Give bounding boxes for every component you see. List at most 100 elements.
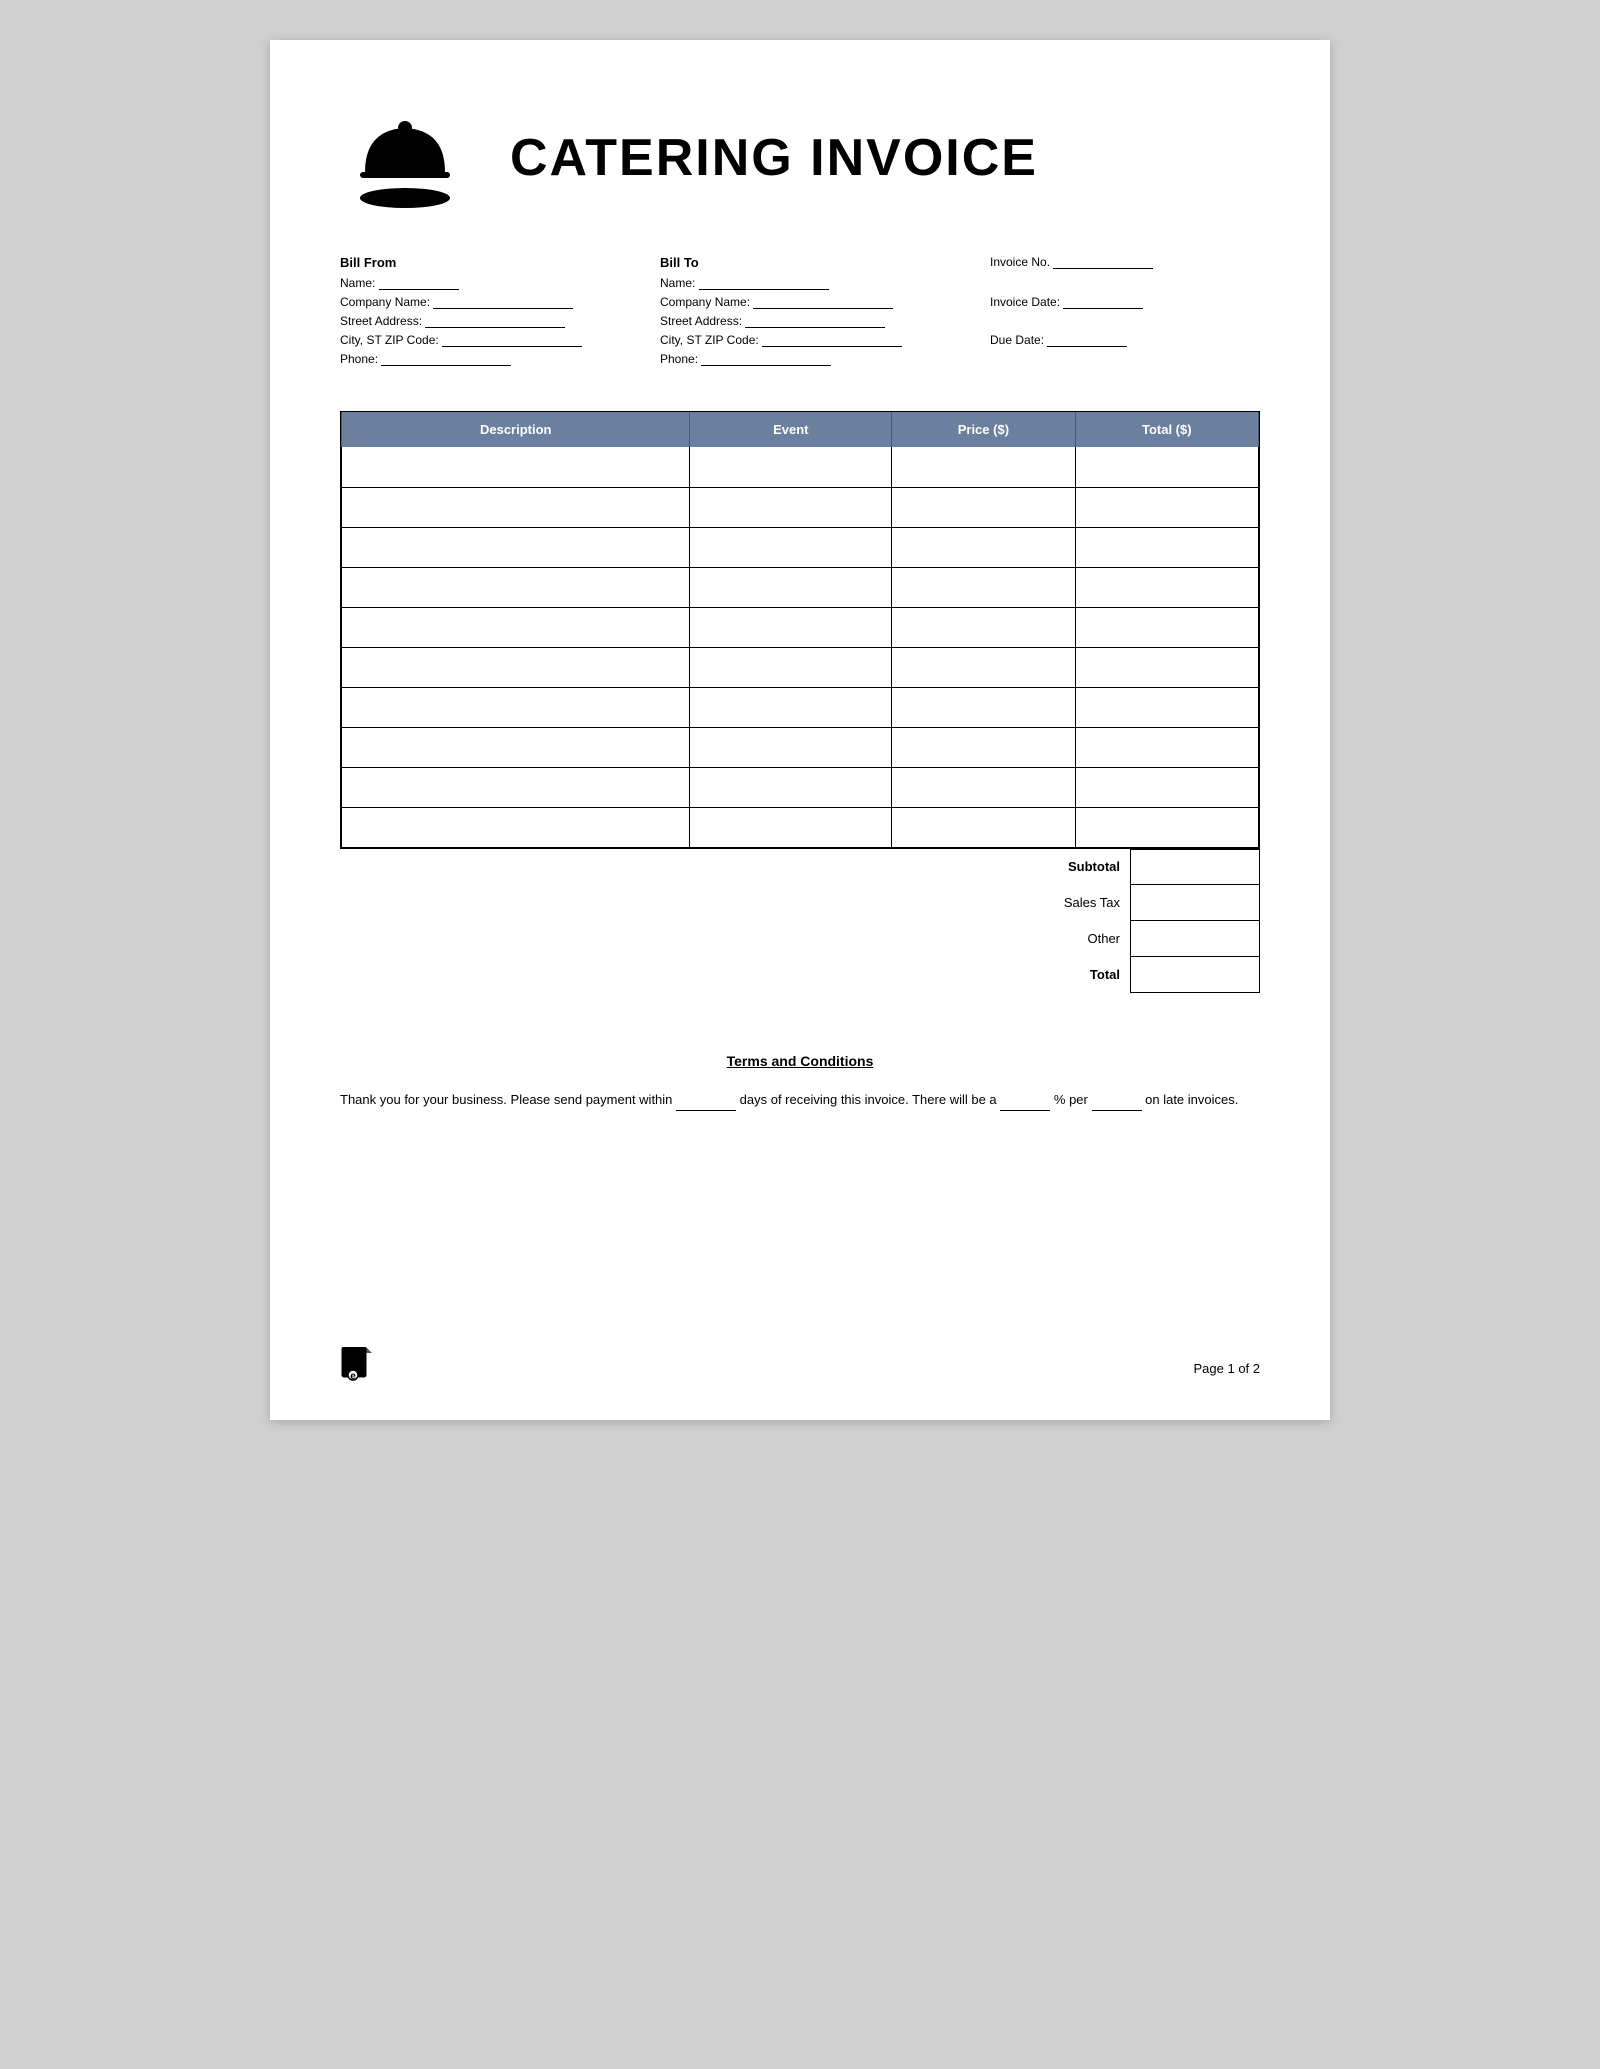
bill-to-name: Name: — [660, 276, 980, 290]
invoice-date-row: Invoice Date: — [990, 295, 1260, 309]
bill-to-phone: Phone: — [660, 352, 980, 366]
cell-price — [892, 767, 1075, 807]
col-price: Price ($) — [892, 412, 1075, 447]
billing-section: Bill From Name: Company Name: Street Add… — [340, 255, 1260, 371]
logo-area — [340, 100, 480, 215]
invoice-header: CATERING INVOICE — [340, 100, 1260, 215]
cell-event — [690, 607, 892, 647]
other-label: Other — [870, 931, 1130, 946]
invoice-meta-column: Invoice No. Invoice Date: Due Date: — [980, 255, 1260, 371]
table-row — [342, 447, 1259, 487]
cell-description — [342, 607, 690, 647]
bill-to-city: City, ST ZIP Code: — [660, 333, 980, 347]
cell-description — [342, 727, 690, 767]
due-date-label: Due Date: — [990, 333, 1044, 347]
due-date-row: Due Date: — [990, 333, 1260, 347]
catering-logo-icon — [340, 100, 470, 210]
cell-event — [690, 487, 892, 527]
terms-text-part3: % per — [1054, 1092, 1088, 1107]
cell-total — [1075, 607, 1258, 647]
cell-event — [690, 807, 892, 847]
cell-total — [1075, 687, 1258, 727]
totals-right: Subtotal Sales Tax Other Total — [870, 849, 1260, 993]
invoice-title: CATERING INVOICE — [510, 128, 1260, 188]
terms-text: Thank you for your business. Please send… — [340, 1089, 1260, 1111]
cell-total — [1075, 807, 1258, 847]
cell-description — [342, 527, 690, 567]
subtotal-label: Subtotal — [870, 859, 1130, 874]
invoice-no-line — [1053, 255, 1153, 269]
table-row — [342, 767, 1259, 807]
invoice-date-line — [1063, 295, 1143, 309]
cell-event — [690, 727, 892, 767]
bill-to-column: Bill To Name: Company Name: Street Addre… — [660, 255, 980, 371]
sales-tax-row: Sales Tax — [870, 885, 1260, 921]
cell-description — [342, 447, 690, 487]
table-row — [342, 567, 1259, 607]
subtotal-row: Subtotal — [870, 849, 1260, 885]
invoice-title-area: CATERING INVOICE — [480, 128, 1260, 188]
cell-description — [342, 487, 690, 527]
cell-price — [892, 687, 1075, 727]
table-row — [342, 527, 1259, 567]
cell-description — [342, 807, 690, 847]
cell-total — [1075, 727, 1258, 767]
cell-total — [1075, 567, 1258, 607]
total-label: Total — [870, 967, 1130, 982]
terms-text-part1: Thank you for your business. Please send… — [340, 1092, 672, 1107]
cell-event — [690, 767, 892, 807]
invoice-page: CATERING INVOICE Bill From Name: Company… — [270, 40, 1330, 1420]
invoice-no-label: Invoice No. — [990, 255, 1050, 269]
table-row — [342, 807, 1259, 847]
bill-from-column: Bill From Name: Company Name: Street Add… — [340, 255, 660, 371]
invoice-date-label: Invoice Date: — [990, 295, 1060, 309]
bill-from-name: Name: — [340, 276, 660, 290]
invoice-table: Description Event Price ($) Total ($) — [341, 412, 1259, 848]
table-row — [342, 647, 1259, 687]
cell-total — [1075, 487, 1258, 527]
bill-from-phone: Phone: — [340, 352, 660, 366]
bill-to-label: Bill To — [660, 255, 980, 270]
terms-title: Terms and Conditions — [340, 1053, 1260, 1069]
sales-tax-label: Sales Tax — [870, 895, 1130, 910]
page-number: Page 1 of 2 — [1194, 1361, 1261, 1376]
terms-text-part4: on late invoices. — [1145, 1092, 1238, 1107]
other-row: Other — [870, 921, 1260, 957]
invoice-table-wrapper: Description Event Price ($) Total ($) — [340, 411, 1260, 849]
cell-event — [690, 447, 892, 487]
page-footer: e Page 1 of 2 — [340, 1347, 1260, 1390]
table-row — [342, 487, 1259, 527]
bill-to-address: Street Address: — [660, 314, 980, 328]
cell-event — [690, 687, 892, 727]
invoice-no-row: Invoice No. — [990, 255, 1260, 269]
table-header-row: Description Event Price ($) Total ($) — [342, 412, 1259, 447]
col-total: Total ($) — [1075, 412, 1258, 447]
terms-text-part2: days of receiving this invoice. There wi… — [740, 1092, 997, 1107]
col-event: Event — [690, 412, 892, 447]
cell-price — [892, 567, 1075, 607]
subtotal-value — [1130, 849, 1260, 885]
bill-from-address: Street Address: — [340, 314, 660, 328]
footer-icon: e — [340, 1347, 372, 1390]
totals-wrapper: Subtotal Sales Tax Other Total — [340, 849, 1260, 993]
terms-section: Terms and Conditions Thank you for your … — [340, 1043, 1260, 1111]
svg-text:e: e — [350, 1371, 356, 1382]
table-row — [342, 727, 1259, 767]
cell-event — [690, 647, 892, 687]
cell-event — [690, 567, 892, 607]
col-description: Description — [342, 412, 690, 447]
bill-from-city: City, ST ZIP Code: — [340, 333, 660, 347]
cell-price — [892, 727, 1075, 767]
table-row — [342, 687, 1259, 727]
cell-price — [892, 447, 1075, 487]
other-value — [1130, 921, 1260, 957]
bill-from-label: Bill From — [340, 255, 660, 270]
cell-description — [342, 647, 690, 687]
cell-total — [1075, 647, 1258, 687]
cell-total — [1075, 527, 1258, 567]
total-value — [1130, 957, 1260, 993]
due-date-line — [1047, 333, 1127, 347]
cell-description — [342, 767, 690, 807]
cell-price — [892, 527, 1075, 567]
bill-from-company: Company Name: — [340, 295, 660, 309]
